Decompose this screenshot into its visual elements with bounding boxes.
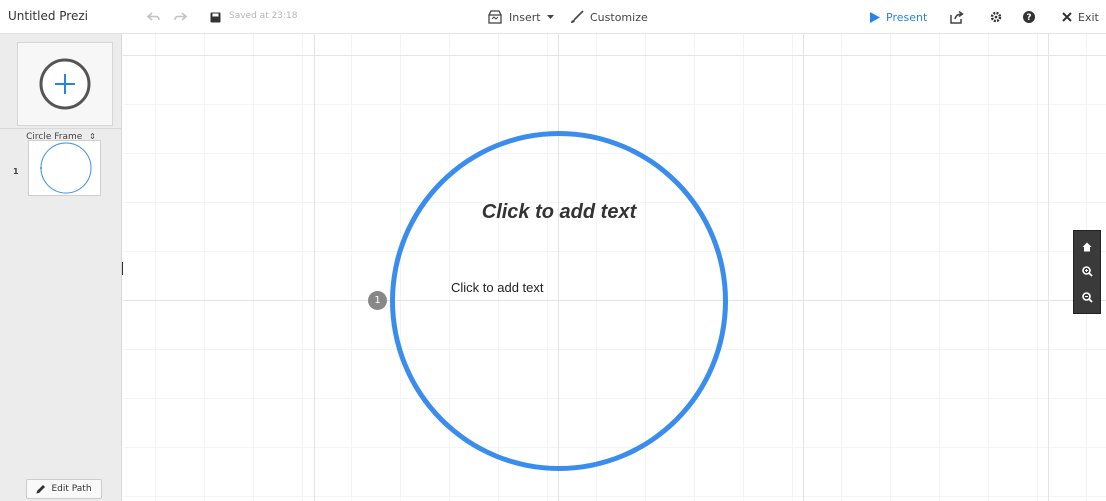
zoom-out-button[interactable] bbox=[1077, 287, 1097, 307]
close-icon bbox=[1062, 12, 1072, 22]
prezi-title[interactable]: Untitled Prezi bbox=[8, 9, 88, 23]
grid-line bbox=[1048, 34, 1049, 501]
gear-icon bbox=[990, 11, 1002, 23]
present-button[interactable]: Present bbox=[870, 8, 927, 26]
chevron-down-icon bbox=[546, 14, 554, 19]
insert-label: Insert bbox=[509, 10, 541, 24]
zoom-in-button[interactable] bbox=[1077, 262, 1097, 282]
add-circle-frame-icon bbox=[39, 58, 91, 110]
zoom-controls bbox=[1073, 230, 1101, 314]
home-icon bbox=[1082, 242, 1092, 252]
present-label: Present bbox=[886, 10, 928, 24]
frame-title-placeholder[interactable]: Click to add text bbox=[390, 201, 728, 224]
circle-frame-thumbnail-icon bbox=[39, 142, 91, 194]
top-toolbar: Untitled Prezi Saved at 23:18 Insert Cus… bbox=[0, 0, 1106, 34]
save-button[interactable] bbox=[210, 8, 221, 26]
grid-line bbox=[314, 34, 315, 501]
customize-label: Customize bbox=[590, 10, 648, 24]
grid-line bbox=[123, 55, 1106, 56]
share-button[interactable] bbox=[950, 8, 964, 26]
zoom-in-icon bbox=[1081, 266, 1093, 278]
share-icon bbox=[950, 10, 964, 24]
play-icon bbox=[870, 11, 880, 23]
frame-body-placeholder[interactable]: Click to add text bbox=[451, 280, 544, 295]
brush-icon bbox=[571, 10, 584, 23]
frames-sidebar: Circle Frame ⇕ 1 Edit Path bbox=[0, 34, 122, 501]
sidebar-divider bbox=[0, 128, 122, 129]
redo-icon bbox=[174, 12, 187, 21]
help-button[interactable]: ? bbox=[1023, 8, 1035, 26]
settings-button[interactable] bbox=[990, 8, 1002, 26]
path-step-badge[interactable]: 1 bbox=[368, 291, 387, 310]
circle-frame[interactable] bbox=[390, 131, 728, 471]
grid-line bbox=[803, 34, 804, 501]
thumbnail-number: 1 bbox=[13, 167, 19, 176]
edit-path-button[interactable]: Edit Path bbox=[26, 479, 102, 499]
zoom-out-icon bbox=[1081, 292, 1093, 303]
undo-icon bbox=[147, 12, 160, 21]
exit-button[interactable]: Exit bbox=[1062, 8, 1099, 26]
save-icon bbox=[210, 12, 221, 22]
customize-button[interactable]: Customize bbox=[570, 8, 648, 26]
svg-text:?: ? bbox=[1026, 13, 1031, 23]
help-icon: ? bbox=[1023, 11, 1035, 23]
insert-menu-button[interactable]: Insert bbox=[487, 8, 554, 26]
saved-status: Saved at 23:18 bbox=[229, 11, 298, 21]
insert-icon bbox=[488, 10, 502, 24]
frame-thumbnail[interactable] bbox=[28, 140, 101, 196]
pencil-icon bbox=[36, 485, 46, 494]
exit-label: Exit bbox=[1078, 10, 1099, 24]
undo-button[interactable] bbox=[147, 8, 160, 26]
add-frame-button[interactable] bbox=[17, 42, 113, 126]
edit-path-label: Edit Path bbox=[51, 484, 92, 494]
redo-button[interactable] bbox=[174, 8, 187, 26]
home-button[interactable] bbox=[1077, 237, 1097, 257]
